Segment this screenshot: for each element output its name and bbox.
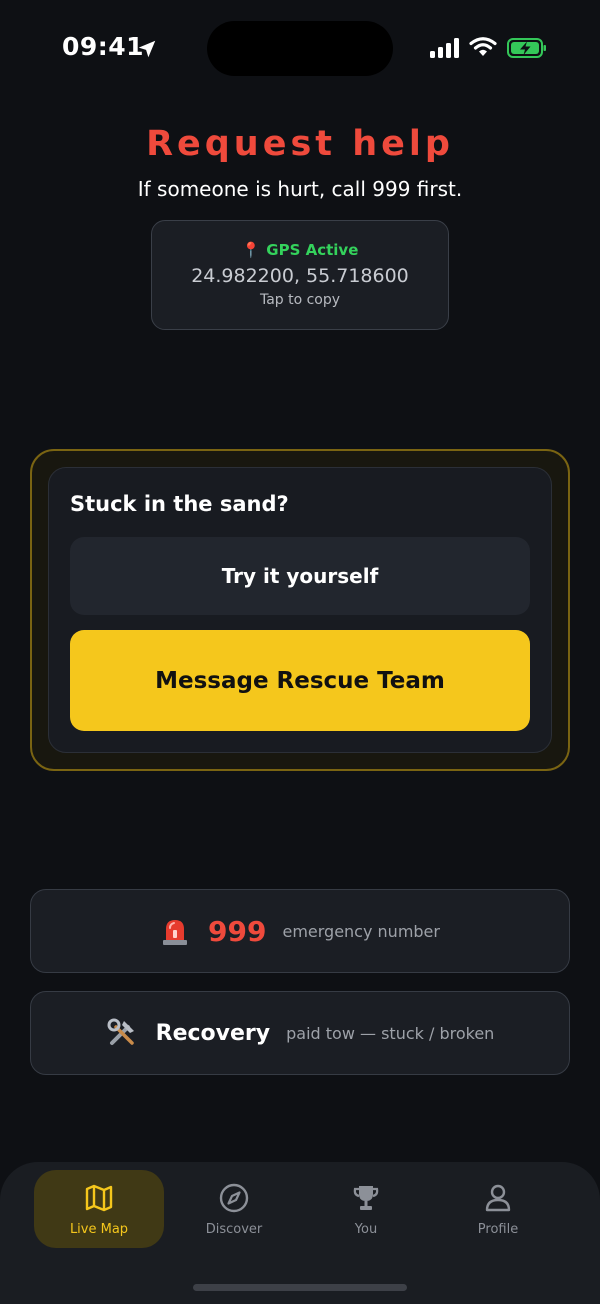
wifi-icon [469,37,497,56]
tab-you[interactable]: You [301,1170,431,1248]
gps-coordinates: 24.982200, 55.718600 [191,265,409,287]
gps-status: GPS Active [266,241,359,259]
status-time: 09:41 [62,32,145,61]
gps-status-row: 📍 GPS Active [152,241,448,259]
compass-icon [219,1183,249,1212]
tab-profile[interactable]: Profile [433,1170,563,1248]
message-rescue-team-button[interactable]: Message Rescue Team [70,630,530,731]
gps-copy-hint: Tap to copy [259,292,341,308]
recovery-description: paid tow — stuck / broken [286,1023,495,1043]
emergency-description: emergency number [282,921,440,941]
emergency-number: 999 [208,914,267,948]
emergency-call-card[interactable]: 999 emergency number [30,889,570,973]
siren-icon [160,916,190,946]
try-yourself-button[interactable]: Try it yourself [70,537,530,615]
stuck-title: Stuck in the sand? [70,492,289,516]
tab-live-map[interactable]: Live Map [34,1170,164,1248]
recovery-label: Recovery [155,1020,271,1046]
screen: 09:41 Request help If someone is hurt, c… [0,0,600,1304]
recovery-card[interactable]: Recovery paid tow — stuck / broken [30,991,570,1075]
tab-discover[interactable]: Discover [169,1170,299,1248]
gps-card[interactable]: 📍 GPS Active 24.982200, 55.718600 Tap to … [151,220,449,330]
location-arrow-icon [138,40,156,58]
tab-profile-label: Profile [477,1221,519,1237]
home-indicator [193,1284,407,1291]
person-icon [485,1184,511,1211]
status-bar: 09:41 [0,0,600,96]
page-subtitle: If someone is hurt, call 999 first. [137,177,463,201]
battery-charging-icon [507,38,546,58]
tab-you-label: You [354,1221,378,1237]
signal-icon [430,38,459,58]
message-rescue-team-label: Message Rescue Team [155,667,445,694]
dynamic-island [207,21,393,76]
page-title: Request help [146,124,454,164]
try-yourself-label: Try it yourself [221,564,379,588]
tab-live-map-label: Live Map [69,1221,129,1237]
tools-icon [106,1017,138,1049]
trophy-icon [353,1185,379,1210]
tab-discover-label: Discover [205,1221,263,1237]
map-icon [85,1184,113,1211]
pin-icon: 📍 [241,241,261,259]
